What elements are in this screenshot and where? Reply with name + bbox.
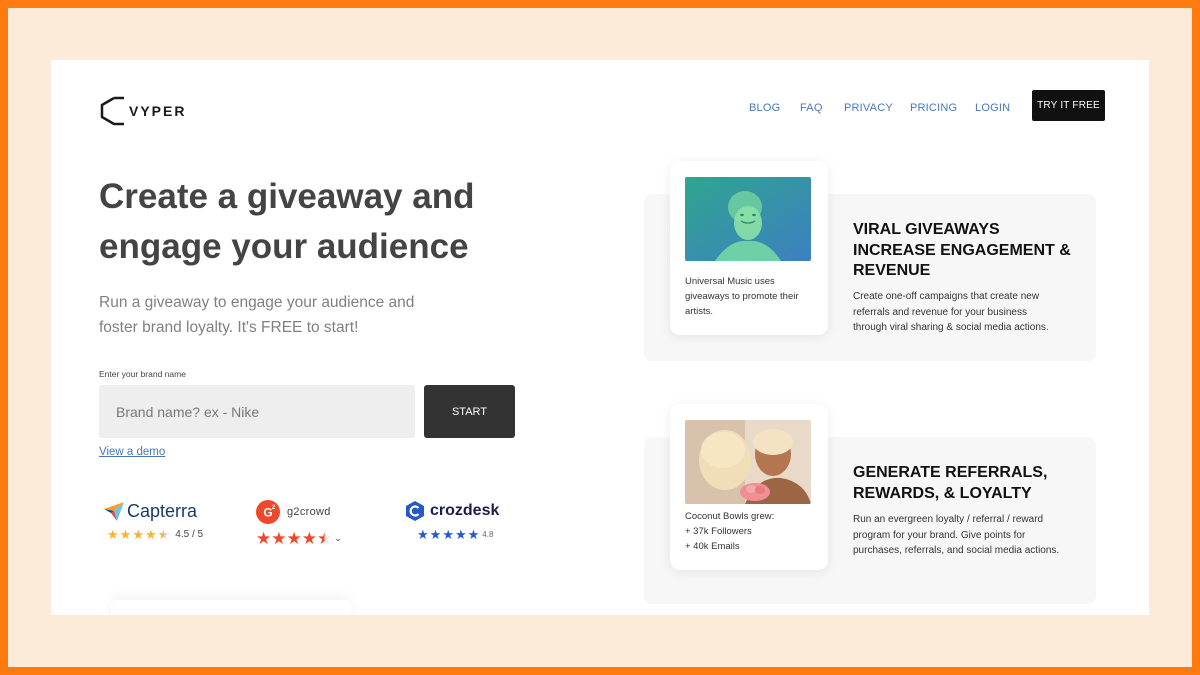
crozdesk-rating: 4.8 [482,530,494,539]
brand-name-input[interactable] [99,385,415,438]
star-icon: ★ [271,529,287,548]
nav-privacy[interactable]: PRIVACY [844,102,893,114]
title-line: GENERATE REFERRALS, [853,464,1048,481]
title-line: INCREASE ENGAGEMENT & [853,241,1071,259]
star-icon: ★ [132,527,144,542]
hero-subtitle-line-1: Run a giveaway to engage your audience a… [99,294,415,311]
star-icon: ★ [442,527,454,542]
caption-line: Coconut Bowls grew: [685,511,775,522]
desc-line: referrals and revenue for your business [853,306,1027,318]
artist-photo [685,177,811,261]
desc-line: through viral sharing & social media act… [853,322,1049,333]
case-study-card-universal[interactable]: Universal Music uses giveaways to promot… [670,161,828,335]
brand-name: VYPER [129,103,187,119]
hero-title-line-1: Create a giveaway and [99,177,475,216]
crozdesk-name: crozdesk [430,502,500,519]
case-study-caption: Coconut Bowls grew: + 37k Followers + 40… [685,509,815,554]
view-demo-link[interactable]: View a demo [99,446,165,458]
desc-line: program for your brand. Give points for [853,529,1026,541]
case-study-card-coconut-bowls[interactable]: Coconut Bowls grew: + 37k Followers + 40… [670,404,828,570]
title-line: VIRAL GIVEAWAYS [853,221,1000,238]
title-line: REVENUE [853,262,931,279]
customer-photo [685,420,811,504]
nav-blog[interactable]: BLOG [749,102,780,114]
desc-line: Run an evergreen loyalty / referral / re… [853,514,1044,525]
vyper-logo[interactable]: VYPER [100,96,186,126]
hero-subtitle: Run a giveaway to engage your audience a… [99,290,439,340]
star-icon: ★ [286,529,302,548]
star-icon: ★ [301,529,317,548]
star-icon: ★ [467,527,480,542]
crozdesk-logo-icon [406,501,424,521]
feature-description-referrals: Run an evergreen loyalty / referral / re… [853,512,1083,559]
capterra-stars: ★ ★ ★ ★ ★ 4.5 / 5 [107,528,203,541]
hero-title: Create a giveaway and engage your audien… [99,172,499,272]
capterra-rating: 4.5 / 5 [175,529,204,540]
caption-line: artists. [685,306,713,317]
g2-logo-icon: G 2 [256,500,280,524]
caption-line: + 40k Emails [685,541,740,552]
brand-name-label: Enter your brand name [99,369,186,379]
feature-description-viral-giveaways: Create one-off campaigns that create new… [853,289,1083,336]
try-it-free-button[interactable]: TRY IT FREE [1032,90,1105,121]
star-icon: ★ [429,527,442,542]
capterra-name: Capterra [127,500,198,521]
half-star-icon: ★ [317,529,333,548]
star-icon: ★ [417,527,429,542]
bottom-card-edge [111,600,351,615]
hero-subtitle-line-2: foster brand loyalty. It's FREE to start… [99,319,359,336]
caption-line: Universal Music uses [685,276,775,287]
hero-title-line-2: engage your audience [99,227,469,266]
half-star-icon: ★ [157,527,170,542]
star-icon: ★ [454,527,467,542]
desc-line: Create one-off campaigns that create new [853,291,1040,302]
star-icon: ★ [107,527,119,542]
nav-faq[interactable]: FAQ [800,102,823,114]
desc-line: purchases, referrals, and social media a… [853,545,1060,556]
star-icon: ★ [144,527,157,542]
g2crowd-name: g2crowd [287,506,331,518]
crozdesk-stars: ★ ★ ★ ★ ★ 4.8 [417,528,499,541]
hexagon-chevron-icon [100,96,124,126]
nav-pricing[interactable]: PRICING [910,102,957,114]
star-icon: ★ [256,529,272,548]
crozdesk-badge[interactable]: crozdesk ★ ★ ★ ★ ★ 4.8 [404,500,499,541]
nav-login[interactable]: LOGIN [975,102,1010,114]
feature-title-referrals: GENERATE REFERRALS, REWARDS, & LOYALTY [853,463,1093,504]
chevron-down-icon[interactable]: ⌄ [334,533,342,544]
landing-page: VYPER BLOG FAQ PRIVACY PRICING LOGIN TRY… [51,60,1149,615]
start-button[interactable]: START [424,385,515,438]
g2crowd-badge[interactable]: G 2 g2crowd ★ ★ ★ ★ ★ ⌄ [256,500,342,547]
caption-line: giveaways to promote their [685,291,799,302]
capterra-arrow-icon [104,502,124,521]
caption-line: + 37k Followers [685,526,752,537]
g2crowd-stars: ★ ★ ★ ★ ★ ⌄ [256,530,342,547]
capterra-badge[interactable]: Capterra ★ ★ ★ ★ ★ 4.5 / 5 [103,500,203,541]
title-line: REWARDS, & LOYALTY [853,484,1032,502]
case-study-caption: Universal Music uses giveaways to promot… [685,274,815,319]
feature-title-viral-giveaways: VIRAL GIVEAWAYS INCREASE ENGAGEMENT & RE… [853,220,1093,282]
star-icon: ★ [119,527,132,542]
